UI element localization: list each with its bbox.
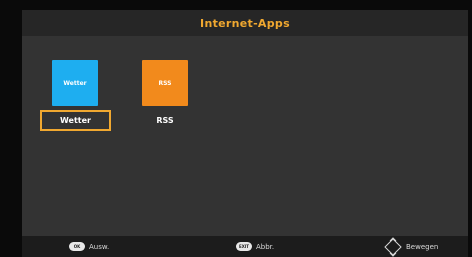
title-bar: Internet-Apps [22, 10, 468, 36]
hint-label-select: Ausw. [89, 242, 110, 251]
app-label-rss: RSS [156, 116, 174, 125]
hint-cancel: EXIT Abbr. [236, 236, 274, 257]
ok-key-icon: OK [69, 242, 85, 251]
page-title: Internet-Apps [200, 16, 290, 30]
hint-label-move: Bewegen [406, 242, 439, 251]
footer: OK Ausw. EXIT Abbr. Bewegen [22, 236, 468, 257]
arrows-icon [384, 236, 402, 257]
app-grid: Wetter Wetter RSS RSS [22, 36, 468, 236]
app-tile-text: Wetter [63, 79, 87, 87]
hint-select: OK Ausw. [69, 236, 109, 257]
exit-key-icon: EXIT [236, 242, 252, 251]
app-tile-rss[interactable]: RSS [142, 60, 188, 106]
screen: Internet-Apps Wetter Wetter RSS RSS OK A… [22, 10, 468, 257]
hint-move: Bewegen [383, 236, 438, 257]
app-label-wetter: Wetter [60, 116, 91, 125]
app-tile-text: RSS [158, 79, 172, 87]
hint-label-cancel: Abbr. [256, 242, 275, 251]
app-tile-wetter[interactable]: Wetter [52, 60, 98, 106]
